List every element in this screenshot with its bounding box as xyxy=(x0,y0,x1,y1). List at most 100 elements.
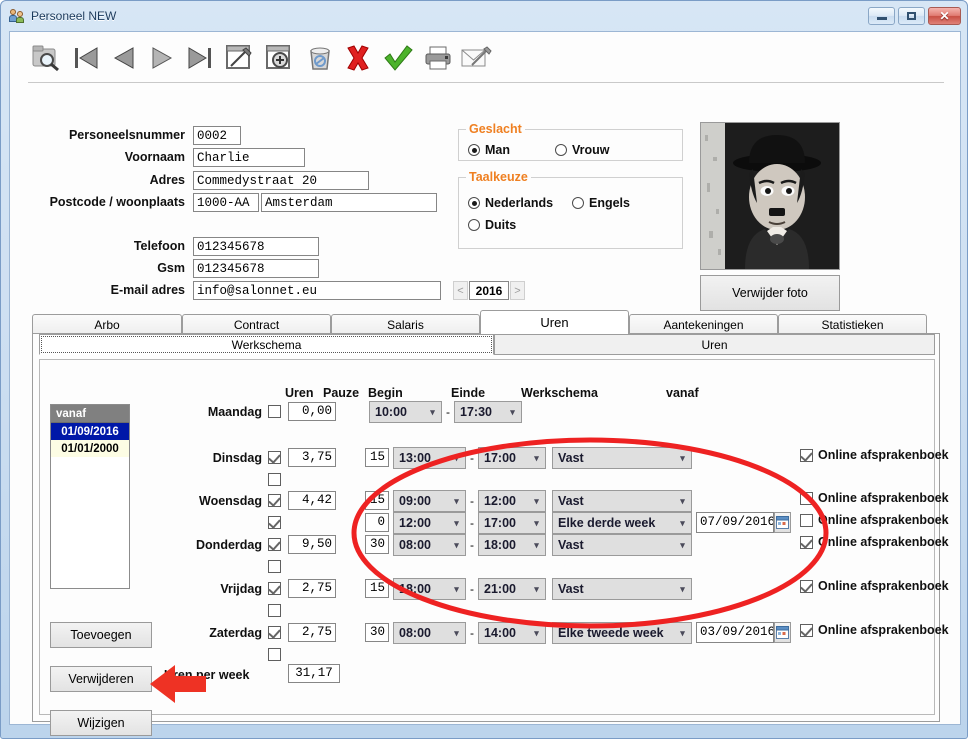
cancel-icon[interactable] xyxy=(340,40,376,76)
begin-select[interactable]: 10:00 ▾ xyxy=(369,401,442,423)
online-afsprakenboek-row[interactable]: Online afsprakenboek xyxy=(800,513,949,527)
uren-input[interactable]: 2,75 xyxy=(288,579,336,598)
email-input[interactable]: info@salonnet.eu xyxy=(193,281,441,300)
voornaam-input[interactable]: Charlie xyxy=(193,148,305,167)
pauze-input[interactable]: 30 xyxy=(365,535,389,554)
online-afsprakenboek-row[interactable]: Online afsprakenboek xyxy=(800,623,949,637)
postcode-input[interactable]: 1000-AA xyxy=(193,193,259,212)
radio-engels[interactable]: Engels xyxy=(572,196,630,210)
tab-uren[interactable]: Uren xyxy=(480,310,629,334)
subtab-werkschema[interactable]: Werkschema xyxy=(39,334,494,355)
pauze-input[interactable]: 30 xyxy=(365,623,389,642)
day-enabled-checkbox[interactable] xyxy=(268,582,281,595)
uren-per-week-value[interactable]: 31,17 xyxy=(288,664,340,683)
einde-select[interactable]: 12:00 ▾ xyxy=(478,490,546,512)
day-enabled-checkbox[interactable] xyxy=(268,538,281,551)
einde-select[interactable]: 18:00 ▾ xyxy=(478,534,546,556)
online-afsprakenboek-row[interactable]: Online afsprakenboek xyxy=(800,535,949,549)
online-afsprakenboek-checkbox[interactable] xyxy=(800,579,813,593)
radio-vrouw[interactable]: Vrouw xyxy=(555,143,610,157)
verwijderen-button[interactable]: Verwijderen xyxy=(50,666,152,692)
online-afsprakenboek-checkbox[interactable] xyxy=(800,448,813,462)
year-next-button[interactable]: > xyxy=(510,281,525,300)
begin-select[interactable]: 13:00 ▾ xyxy=(393,447,466,469)
search-icon[interactable] xyxy=(28,40,64,76)
radio-duits[interactable]: Duits xyxy=(468,218,516,232)
begin-select[interactable]: 12:00 ▾ xyxy=(393,512,466,534)
begin-select[interactable]: 08:00 ▾ xyxy=(393,534,466,556)
day-enabled-checkbox[interactable] xyxy=(268,560,281,573)
online-afsprakenboek-checkbox[interactable] xyxy=(800,535,813,549)
print-icon[interactable] xyxy=(420,40,456,76)
einde-select[interactable]: 21:00 ▾ xyxy=(478,578,546,600)
last-record-icon[interactable] xyxy=(182,40,218,76)
delete-record-icon[interactable] xyxy=(302,40,338,76)
radio-nederlands[interactable]: Nederlands xyxy=(468,196,553,210)
gsm-input[interactable]: 012345678 xyxy=(193,259,319,278)
calendar-icon[interactable] xyxy=(774,512,791,533)
day-enabled-checkbox[interactable] xyxy=(268,626,281,639)
adres-input[interactable]: Commedystraat 20 xyxy=(193,171,369,190)
list-item[interactable]: 01/09/2016 xyxy=(51,423,129,440)
pauze-input[interactable]: 15 xyxy=(365,491,389,510)
first-record-icon[interactable] xyxy=(68,40,104,76)
einde-select[interactable]: 17:30 ▾ xyxy=(454,401,522,423)
year-prev-button[interactable]: < xyxy=(453,281,468,300)
day-enabled-checkbox[interactable] xyxy=(268,494,281,507)
werkschema-select[interactable]: Elke derde week ▾ xyxy=(552,512,692,534)
begin-select[interactable]: 08:00 ▾ xyxy=(393,622,466,644)
list-item[interactable]: 01/01/2000 xyxy=(51,440,129,457)
werkschema-select[interactable]: Vast ▾ xyxy=(552,447,692,469)
tab-arbo[interactable]: Arbo xyxy=(32,314,182,334)
personeelsnummer-input[interactable]: 0002 xyxy=(193,126,241,145)
pauze-input[interactable]: 15 xyxy=(365,579,389,598)
uren-input[interactable]: 9,50 xyxy=(288,535,336,554)
confirm-icon[interactable] xyxy=(380,40,416,76)
woonplaats-input[interactable]: Amsterdam xyxy=(261,193,437,212)
begin-select[interactable]: 09:00 ▾ xyxy=(393,490,466,512)
edit-record-icon[interactable] xyxy=(222,40,258,76)
online-afsprakenboek-row[interactable]: Online afsprakenboek xyxy=(800,491,949,505)
werkschema-select[interactable]: Vast ▾ xyxy=(552,578,692,600)
einde-select[interactable]: 17:00 ▾ xyxy=(478,447,546,469)
vanaf-list[interactable]: vanaf 01/09/2016 01/01/2000 xyxy=(50,404,130,589)
tab-salaris[interactable]: Salaris xyxy=(331,314,480,334)
add-record-icon[interactable] xyxy=(262,40,298,76)
begin-select[interactable]: 18:00 ▾ xyxy=(393,578,466,600)
tab-statistieken[interactable]: Statistieken xyxy=(778,314,927,334)
wijzigen-button[interactable]: Wijzigen xyxy=(50,710,152,736)
year-value[interactable]: 2016 xyxy=(469,281,509,300)
minimize-button[interactable] xyxy=(868,7,895,25)
vanaf-date-input[interactable]: 07/09/2016 xyxy=(696,512,774,533)
online-afsprakenboek-row[interactable]: Online afsprakenboek xyxy=(800,579,949,593)
day-enabled-checkbox[interactable] xyxy=(268,405,281,418)
maximize-button[interactable] xyxy=(898,7,925,25)
werkschema-select[interactable]: Elke tweede week ▾ xyxy=(552,622,692,644)
uren-input[interactable]: 3,75 xyxy=(288,448,336,467)
toevoegen-button[interactable]: Toevoegen xyxy=(50,622,152,648)
online-afsprakenboek-checkbox[interactable] xyxy=(800,623,813,637)
day-enabled-checkbox[interactable] xyxy=(268,473,281,486)
calendar-icon[interactable] xyxy=(774,622,791,643)
remove-photo-button[interactable]: Verwijder foto xyxy=(700,275,840,311)
tab-contract[interactable]: Contract xyxy=(182,314,331,334)
online-afsprakenboek-checkbox[interactable] xyxy=(800,491,813,505)
mail-icon[interactable] xyxy=(458,40,494,76)
tab-aantekeningen[interactable]: Aantekeningen xyxy=(629,314,778,334)
day-enabled-checkbox[interactable] xyxy=(268,516,281,529)
einde-select[interactable]: 14:00 ▾ xyxy=(478,622,546,644)
subtab-uren[interactable]: Uren xyxy=(494,334,935,355)
werkschema-select[interactable]: Vast ▾ xyxy=(552,490,692,512)
close-button[interactable]: ✕ xyxy=(928,7,961,25)
next-record-icon[interactable] xyxy=(144,40,180,76)
telefoon-input[interactable]: 012345678 xyxy=(193,237,319,256)
pauze-input[interactable]: 0 xyxy=(365,513,389,532)
day-enabled-checkbox[interactable] xyxy=(268,451,281,464)
werkschema-select[interactable]: Vast ▾ xyxy=(552,534,692,556)
online-afsprakenboek-row[interactable]: Online afsprakenboek xyxy=(800,448,949,462)
previous-record-icon[interactable] xyxy=(106,40,142,76)
vanaf-date-input[interactable]: 03/09/2016 xyxy=(696,622,774,643)
day-enabled-checkbox[interactable] xyxy=(268,648,281,661)
online-afsprakenboek-checkbox[interactable] xyxy=(800,513,813,527)
pauze-input[interactable]: 15 xyxy=(365,448,389,467)
